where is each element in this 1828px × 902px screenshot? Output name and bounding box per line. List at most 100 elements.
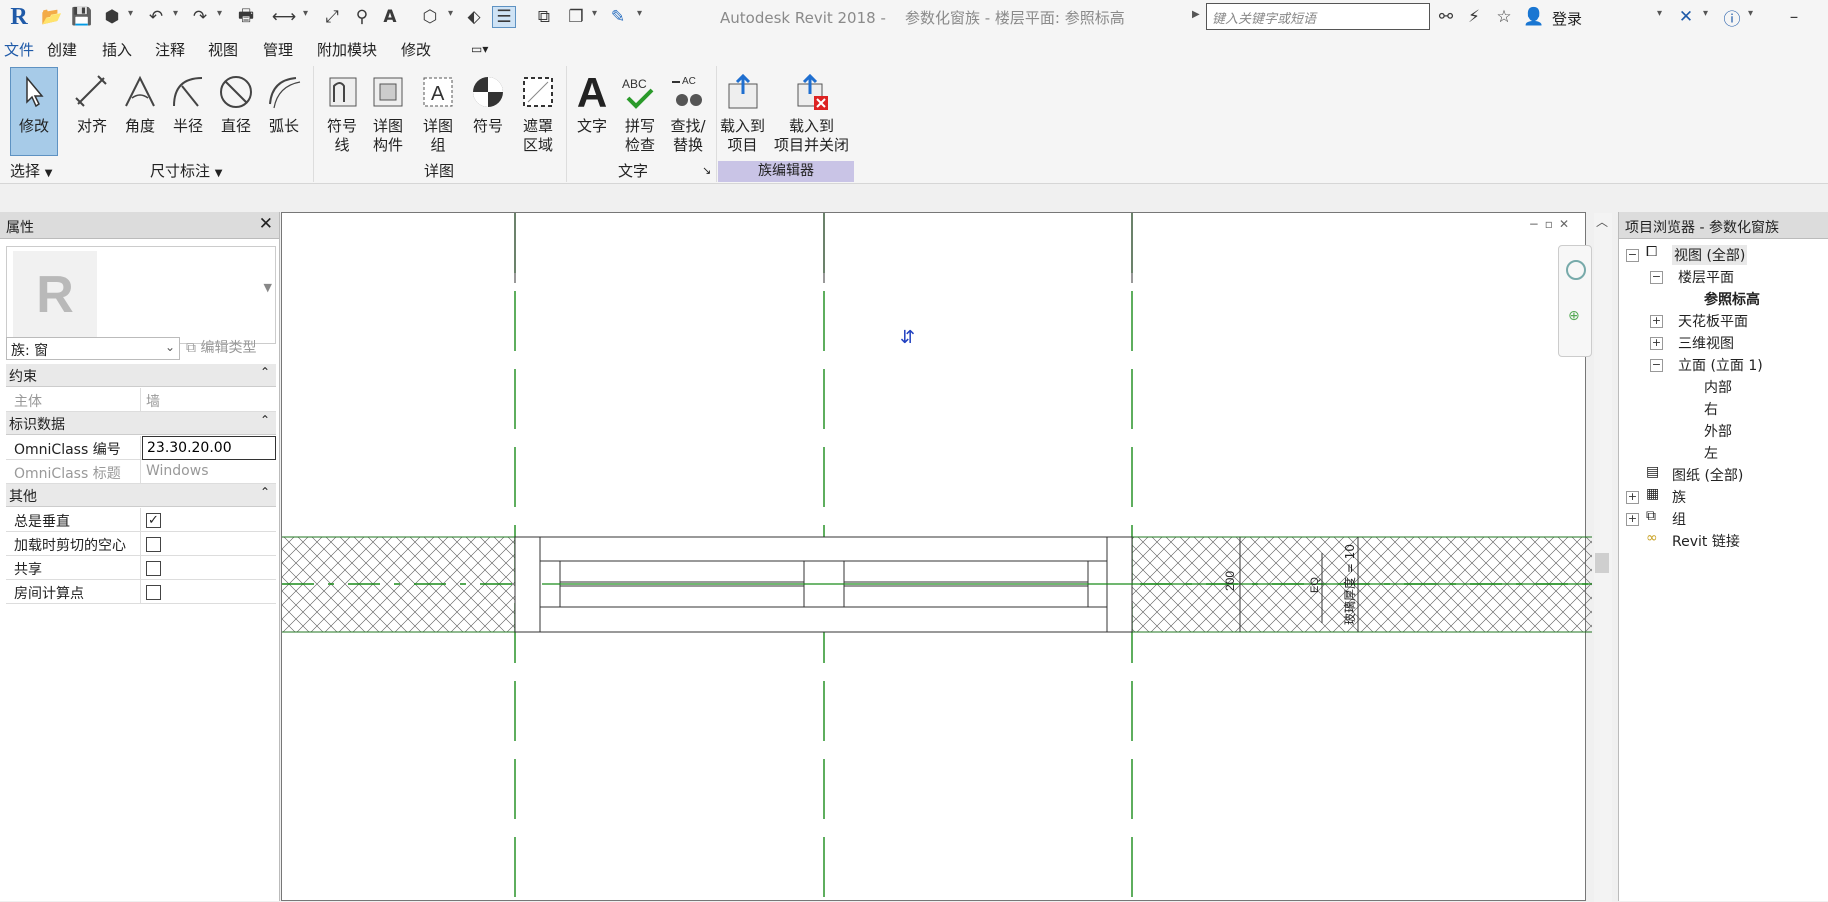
tree-node-exterior[interactable]: 外部 [1704, 421, 1732, 441]
tree-node-sheets[interactable]: 图纸 (全部) [1672, 465, 1743, 485]
tree-node-floor-plans[interactable]: 楼层平面 [1678, 267, 1734, 287]
switch-caret-icon[interactable]: ▾ [592, 8, 597, 19]
collapse-toggle[interactable]: − [1626, 249, 1639, 262]
revit-logo[interactable]: R [6, 4, 32, 30]
exchange-caret-icon[interactable]: ▾ [1703, 8, 1708, 19]
tree-node-ceiling-plans[interactable]: 天花板平面 [1678, 311, 1748, 331]
section-icon[interactable]: ⬖ [462, 6, 486, 28]
panel-dimension[interactable]: 尺寸标注 ▼ [150, 160, 223, 181]
dimension-text-200[interactable]: 200 [1223, 571, 1237, 591]
expand-toggle[interactable]: + [1626, 513, 1639, 526]
tree-node-families[interactable]: 族 [1672, 487, 1686, 507]
tag-icon[interactable]: ⚲ [350, 6, 374, 28]
print-icon[interactable]: 🖶 [234, 6, 258, 28]
tree-node-groups[interactable]: 组 [1672, 509, 1686, 529]
floor-plan-drawing[interactable]: 200 EQ 玻璃厚度 = 10 ⇵ [282, 213, 1592, 902]
tree-node-interior[interactable]: 内部 [1704, 377, 1732, 397]
thin-lines-icon[interactable]: ☰ [492, 6, 516, 28]
panel-select[interactable]: 选择 ▼ [10, 160, 53, 181]
room-calc-checkbox[interactable] [146, 585, 161, 600]
search-expand-icon[interactable]: ▶ [1192, 9, 1200, 20]
modify-button[interactable]: 修改 [14, 70, 54, 136]
help-caret-icon[interactable]: ▾ [1748, 8, 1753, 19]
undo-caret-icon[interactable]: ▾ [173, 8, 178, 19]
section-identity-data[interactable]: 标识数据 ⌃ [6, 412, 276, 435]
diameter-dimension-button[interactable]: 直径 [216, 70, 256, 136]
tab-addins[interactable]: 附加模块 [317, 39, 377, 60]
open-icon[interactable]: 📂 [40, 6, 64, 28]
sync-caret-icon[interactable]: ▾ [128, 8, 133, 19]
section-constraints[interactable]: 约束 ⌃ [6, 364, 276, 387]
tree-node-right[interactable]: 右 [1704, 399, 1718, 419]
scroll-up-icon[interactable]: ︿ [1596, 213, 1608, 230]
tab-create[interactable]: 创建 [47, 39, 77, 60]
help-icon[interactable]: ⓘ [1720, 6, 1744, 30]
tab-annotate[interactable]: 注释 [155, 39, 185, 60]
dimension-text-eq[interactable]: EQ [1309, 577, 1321, 593]
navigation-bar[interactable]: ⊕ [1558, 245, 1592, 357]
save-icon[interactable]: 💾 [70, 6, 94, 28]
tab-manage[interactable]: 管理 [263, 39, 293, 60]
chevron-down-icon[interactable]: ▼ [264, 281, 272, 294]
close-icon[interactable]: ✕ [259, 214, 273, 234]
tree-node-elevations[interactable]: 立面 (立面 1) [1678, 355, 1763, 375]
detail-group-button[interactable]: A 详图 组 [418, 70, 458, 155]
type-selector[interactable]: R ▼ [6, 246, 276, 344]
load-into-project-button[interactable]: 载入到 项目 [720, 70, 765, 155]
binoculars-icon[interactable]: ⚯ [1434, 6, 1458, 28]
text-icon[interactable]: A [378, 6, 402, 28]
always-vertical-checkbox[interactable]: ✓ [146, 513, 161, 528]
undo-icon[interactable]: ↶ [144, 6, 168, 28]
text-button[interactable]: A 文字 [572, 70, 612, 136]
expand-toggle[interactable]: + [1650, 337, 1663, 350]
panel-text-launcher-icon[interactable]: ↘ [702, 164, 711, 177]
collapse-toggle[interactable]: − [1650, 271, 1663, 284]
detail-component-button[interactable]: 详图 构件 [368, 70, 408, 155]
tree-node-ref-level[interactable]: 参照标高 [1704, 289, 1760, 309]
symbol-button[interactable]: 符号 [468, 70, 508, 136]
switch-windows-icon[interactable]: ❐ [564, 6, 588, 28]
subscription-icon[interactable]: ⚡ [1462, 6, 1486, 28]
search-input[interactable]: 键入关键字或短语 [1206, 3, 1430, 30]
find-replace-button[interactable]: AC 查找/ 替换 [668, 70, 708, 155]
measure-caret-icon[interactable]: ▾ [303, 8, 308, 19]
radial-dimension-button[interactable]: 半径 [168, 70, 208, 136]
expand-toggle[interactable]: + [1650, 315, 1663, 328]
login-link[interactable]: 登录 [1552, 8, 1582, 29]
view-window-controls[interactable]: −▫✕ [1529, 217, 1575, 231]
minimize-icon[interactable]: – [1782, 6, 1806, 28]
tree-node-revit-links[interactable]: Revit 链接 [1672, 531, 1740, 551]
spell-check-button[interactable]: ABC 拼写 检查 [620, 70, 660, 155]
collapse-toggle[interactable]: − [1650, 359, 1663, 372]
tab-insert[interactable]: 插入 [102, 39, 132, 60]
3d-caret-icon[interactable]: ▾ [448, 8, 453, 19]
tree-node-left[interactable]: 左 [1704, 443, 1718, 463]
masking-region-button[interactable]: 遮罩 区域 [518, 70, 558, 155]
exchange-apps-icon[interactable]: ✕ [1674, 6, 1698, 28]
3d-view-icon[interactable]: ⬡ [418, 6, 442, 28]
cut-void-checkbox[interactable] [146, 537, 161, 552]
symbolic-line-button[interactable]: 符号 线 [322, 70, 362, 155]
customize-icon[interactable]: ✎ [606, 6, 630, 28]
redo-icon[interactable]: ↷ [188, 6, 212, 28]
customize-caret-icon[interactable]: ▾ [637, 8, 642, 19]
redo-caret-icon[interactable]: ▾ [217, 8, 222, 19]
align-dimension-button[interactable]: 对齐 [72, 70, 112, 136]
load-into-project-close-button[interactable]: 载入到 项目并关闭 [774, 70, 849, 155]
edit-type-button[interactable]: ⧉ 编辑类型 [186, 337, 256, 357]
angular-dimension-button[interactable]: 角度 [120, 70, 160, 136]
tree-node-3d-views[interactable]: 三维视图 [1678, 333, 1734, 353]
dimension-text-glass[interactable]: 玻璃厚度 = 10 [1342, 544, 1357, 625]
section-other[interactable]: 其他 ⌃ [6, 484, 276, 507]
omniclass-number-input[interactable]: 23.30.20.00 [142, 436, 276, 460]
arc-length-button[interactable]: 弧长 [264, 70, 304, 136]
scrollbar-thumb[interactable] [1595, 553, 1609, 573]
aligned-dimension-icon[interactable]: ⤢ [320, 6, 344, 28]
measure-icon[interactable]: ⟷ [272, 6, 296, 28]
steering-wheel-icon[interactable] [1566, 260, 1586, 280]
drawing-canvas[interactable]: 200 EQ 玻璃厚度 = 10 ⇵ −▫✕ ⊕ ︿ [281, 212, 1612, 902]
user-icon[interactable]: 👤 [1522, 6, 1546, 28]
shared-checkbox[interactable] [146, 561, 161, 576]
favorites-icon[interactable]: ☆ [1492, 6, 1516, 28]
zoom-icon[interactable]: ⊕ [1568, 308, 1580, 324]
